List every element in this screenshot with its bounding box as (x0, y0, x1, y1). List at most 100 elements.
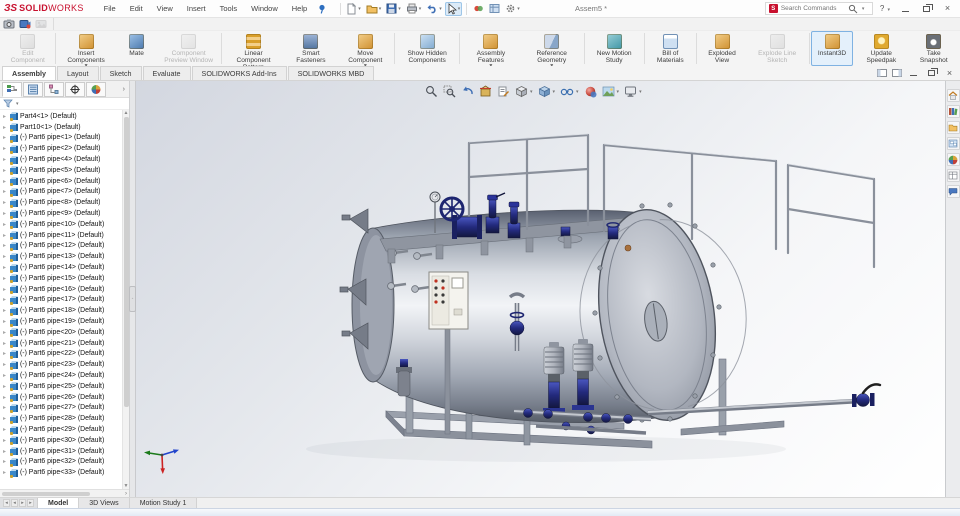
linear-component-pattern-button[interactable]: Linear Component Pattern ▼ (222, 31, 284, 76)
tree-item[interactable]: ▸ (-) Part6 pipe<18> (Default) (0, 305, 129, 316)
insert-components-button[interactable]: Insert Components ▼ (57, 31, 116, 69)
search-icon[interactable] (848, 4, 858, 14)
tree-item[interactable]: ▸ (-) Part6 pipe<2> (Default) (0, 143, 129, 154)
expand-caret-icon[interactable]: ▸ (3, 145, 8, 152)
tree-item[interactable]: ▸ (-) Part6 pipe<8> (Default) (0, 197, 129, 208)
graphics-viewport[interactable]: ▾ ▾ ▾ ▾ ▾ (136, 81, 945, 497)
tree-item[interactable]: ▸ (-) Part6 pipe<15> (Default) (0, 273, 129, 284)
tree-item[interactable]: ▸ (-) Part6 pipe<28> (Default) (0, 413, 129, 424)
tree-item[interactable]: ▸ (-) Part6 pipe<1> (Default) (0, 133, 129, 144)
doc-restore-button[interactable] (925, 68, 938, 78)
undo-icon[interactable]: ▾ (424, 2, 444, 15)
tab-layout[interactable]: Layout (56, 66, 99, 80)
tree-vertical-scrollbar[interactable]: ▲ ▼ (122, 110, 129, 489)
hide-show-items-icon[interactable]: ▾ (559, 84, 580, 99)
explode-line-sketch-button[interactable]: Explode Line Sketch ▼ (746, 31, 808, 66)
menu-item[interactable]: View (151, 2, 179, 15)
apply-scene-icon[interactable]: ▾ (601, 84, 621, 99)
custom-properties-icon[interactable] (946, 169, 960, 182)
display-style-icon[interactable]: ▾ (537, 84, 557, 99)
tree-horizontal-scrollbar[interactable]: › (0, 489, 129, 497)
open-icon[interactable]: ▾ (364, 2, 384, 16)
tree-item[interactable]: ▸ (-) Part6 pipe<10> (Default) (0, 219, 129, 230)
tab-evaluate[interactable]: Evaluate (142, 66, 191, 80)
expand-caret-icon[interactable]: ▸ (3, 318, 8, 325)
bill-of-materials-button[interactable]: Bill of Materials ▼ (646, 31, 695, 66)
tree-item[interactable]: ▸ (-) Part6 pipe<31> (Default) (0, 446, 129, 457)
help-button[interactable]: ? ▾ (877, 4, 893, 13)
reference-geometry-button[interactable]: Reference Geometry ▼ (521, 31, 583, 69)
doc-close-button[interactable]: × (943, 68, 956, 78)
tab-solidworks-add-ins[interactable]: SOLIDWORKS Add-Ins (191, 66, 287, 80)
expand-caret-icon[interactable]: ▸ (3, 361, 8, 368)
configurationmanager-icon[interactable] (44, 81, 64, 97)
mate-button[interactable]: Mate ▼ (116, 31, 158, 66)
scroll-thumb[interactable] (123, 117, 129, 407)
pane-left-icon[interactable] (877, 69, 887, 77)
tab-scroll-next-icon[interactable]: ▸ (19, 499, 26, 507)
expand-caret-icon[interactable]: ▸ (3, 188, 8, 195)
menu-item[interactable]: File (98, 2, 122, 15)
expand-caret-icon[interactable]: ▸ (3, 253, 8, 260)
options-gear-icon[interactable]: ▾ (503, 2, 522, 15)
tab-solidworks-mbd[interactable]: SOLIDWORKS MBD (287, 66, 375, 80)
previous-view-icon[interactable] (460, 84, 475, 99)
record-video-icon[interactable] (19, 19, 31, 29)
tree-item[interactable]: ▸ (-) Part6 pipe<14> (Default) (0, 262, 129, 273)
section-view-icon[interactable] (478, 84, 493, 99)
more-tabs-icon[interactable]: › (123, 86, 127, 93)
tree-item[interactable]: ▸ (-) Part6 pipe<6> (Default) (0, 176, 129, 187)
expand-caret-icon[interactable]: ▸ (3, 350, 8, 357)
tree-item[interactable]: ▸ (-) Part6 pipe<11> (Default) (0, 230, 129, 241)
view-palette-icon[interactable] (946, 137, 960, 150)
expand-caret-icon[interactable]: ▸ (3, 167, 8, 174)
filter-caret[interactable]: ▾ (16, 101, 19, 107)
expand-caret-icon[interactable]: ▸ (3, 296, 8, 303)
search-scope-caret[interactable]: ▾ (862, 6, 865, 12)
tree-item[interactable]: ▸ (-) Part6 pipe<19> (Default) (0, 316, 129, 327)
expand-caret-icon[interactable]: ▸ (3, 232, 8, 239)
screen-capture-icon[interactable] (3, 19, 15, 29)
tree-item[interactable]: ▸ Part10<1> (Default) (0, 122, 129, 133)
expand-caret-icon[interactable]: ▸ (3, 124, 8, 131)
display-settings-icon[interactable] (487, 2, 502, 15)
zoom-to-fit-icon[interactable] (424, 84, 439, 99)
expand-caret-icon[interactable]: ▸ (3, 264, 8, 271)
edit-component-button[interactable]: Edit Component ▼ (2, 31, 54, 66)
menu-item[interactable]: Tools (214, 2, 244, 15)
expand-caret-icon[interactable]: ▸ (3, 329, 8, 336)
edit-appearance-icon[interactable] (583, 84, 598, 99)
smart-fasteners-button[interactable]: Smart Fasteners ▼ (284, 31, 337, 66)
tree-item[interactable]: ▸ (-) Part6 pipe<20> (Default) (0, 327, 129, 338)
dimxpertmanager-icon[interactable] (65, 81, 85, 97)
expand-caret-icon[interactable]: ▸ (3, 437, 8, 444)
tree-item[interactable]: ▸ (-) Part6 pipe<26> (Default) (0, 392, 129, 403)
instant3d-button[interactable]: Instant3D ▼ (811, 31, 854, 66)
expand-caret-icon[interactable]: ▸ (3, 156, 8, 163)
component-preview-window-button[interactable]: Component Preview Window ▼ (158, 31, 220, 66)
restore-button[interactable] (918, 2, 935, 15)
tree-item[interactable]: ▸ (-) Part6 pipe<33> (Default) (0, 467, 129, 478)
show-hidden-components-button[interactable]: Show Hidden Components ▼ (396, 31, 458, 66)
expand-caret-icon[interactable]: ▸ (3, 275, 8, 282)
tree-item[interactable]: ▸ (-) Part6 pipe<25> (Default) (0, 381, 129, 392)
file-explorer-icon[interactable] (946, 121, 960, 134)
tree-item[interactable]: ▸ (-) Part6 pipe<27> (Default) (0, 403, 129, 414)
expand-caret-icon[interactable]: ▸ (3, 307, 8, 314)
pane-right-icon[interactable] (892, 69, 902, 77)
tab-model[interactable]: Model (38, 498, 80, 508)
tree-item[interactable]: ▸ (-) Part6 pipe<12> (Default) (0, 241, 129, 252)
search-input[interactable] (780, 5, 845, 12)
solidworks-forum-icon[interactable] (946, 185, 960, 198)
doc-minimize-button[interactable] (907, 68, 920, 78)
tree-item[interactable]: ▸ (-) Part6 pipe<16> (Default) (0, 284, 129, 295)
expand-caret-icon[interactable]: ▸ (3, 383, 8, 390)
design-library-icon[interactable] (946, 105, 960, 118)
save-icon[interactable]: ▾ (384, 2, 403, 15)
tab-assembly[interactable]: Assembly (2, 66, 56, 80)
expand-caret-icon[interactable]: ▸ (3, 394, 8, 401)
tree-item[interactable]: ▸ (-) Part6 pipe<5> (Default) (0, 165, 129, 176)
expand-caret-icon[interactable]: ▸ (3, 340, 8, 347)
scroll-thumb[interactable] (2, 491, 90, 496)
expand-caret-icon[interactable]: ▸ (3, 469, 8, 476)
